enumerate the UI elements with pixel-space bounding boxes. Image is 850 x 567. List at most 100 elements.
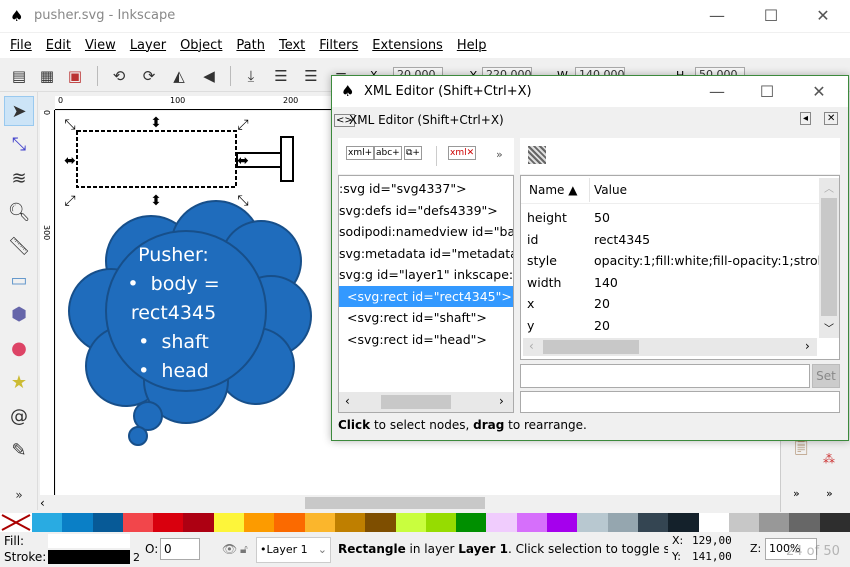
deselect-icon[interactable]: ▣ [64, 65, 86, 87]
zoom-tool-icon[interactable]: 🔍︎ [4, 198, 34, 228]
layer-lock-icon[interactable]: 🔓︎ [240, 542, 248, 557]
tree-horizontal-scrollbar[interactable]: ‹ › [339, 392, 513, 412]
rotate-cw-icon[interactable]: ⟳ [138, 65, 160, 87]
color-swatch[interactable] [698, 513, 729, 532]
attribute-row[interactable]: style opacity:1;fill:white;fill-opacity:1… [527, 250, 819, 272]
selector-tool-icon[interactable]: ➤ [4, 96, 34, 126]
attr-horizontal-scrollbar[interactable]: ‹ › [523, 338, 817, 356]
attribute-row[interactable]: id rect4345 [527, 229, 819, 251]
color-swatch[interactable] [607, 513, 638, 532]
measure-tool-icon[interactable]: 📏︎ [4, 232, 34, 262]
color-swatch[interactable] [759, 513, 790, 532]
menu-path[interactable]: Path [236, 38, 265, 53]
scroll-thumb[interactable] [305, 497, 485, 509]
select-all-icon[interactable]: ▤ [8, 65, 30, 87]
scroll-right-icon[interactable]: › [499, 394, 504, 408]
color-swatch[interactable] [819, 513, 850, 532]
color-swatch[interactable] [153, 513, 184, 532]
menu-layer[interactable]: Layer [130, 38, 166, 53]
color-swatch[interactable] [516, 513, 548, 532]
color-swatch[interactable] [274, 513, 305, 532]
xml-node[interactable]: svg:defs id="defs4339"> [339, 200, 513, 222]
scroll-up-icon[interactable]: ︿ [824, 180, 834, 195]
lower-to-bottom-icon[interactable]: ⤓ [240, 65, 262, 87]
maximize-button[interactable]: ☐ [748, 4, 794, 28]
tweak-tool-icon[interactable]: ≋ [4, 164, 34, 194]
color-swatch[interactable] [637, 513, 669, 532]
menu-object[interactable]: Object [180, 38, 222, 53]
ellipse-tool-icon[interactable]: ● [4, 334, 34, 364]
menu-edit[interactable]: Edit [46, 38, 71, 53]
more-snap-icon[interactable]: » [826, 487, 833, 500]
flip-horizontal-icon[interactable]: ◭ [168, 65, 190, 87]
xml-node[interactable]: <svg:rect id="head"> [339, 329, 513, 351]
layer-dropdown[interactable]: •Layer 1 ⌄ [256, 537, 331, 563]
scroll-left-icon[interactable]: ‹ [40, 496, 45, 510]
new-element-node-icon[interactable]: xml+ [346, 146, 375, 160]
fill-swatch[interactable] [48, 534, 130, 548]
rectangle-tool-icon[interactable]: ▭ [4, 266, 34, 296]
color-swatch[interactable] [183, 513, 214, 532]
color-swatch[interactable] [728, 513, 760, 532]
color-swatch[interactable] [334, 513, 366, 532]
attribute-row[interactable]: x 20 [527, 293, 819, 315]
xml-node[interactable]: svg:metadata id="metadata4 [339, 243, 513, 265]
scroll-left-icon[interactable]: ‹ [345, 394, 350, 408]
scroll-thumb[interactable] [543, 340, 639, 354]
color-swatch[interactable] [395, 513, 426, 532]
menu-help[interactable]: Help [457, 38, 487, 53]
head-rect[interactable] [280, 136, 294, 182]
node-tool-icon[interactable]: ⤡ [4, 130, 34, 160]
xml-node[interactable]: <svg:rect id="shaft"> [339, 307, 513, 329]
more-tools-icon[interactable]: » [4, 480, 34, 510]
3d-box-tool-icon[interactable]: ⬢ [4, 300, 34, 330]
color-swatch[interactable] [304, 513, 335, 532]
menu-extensions[interactable]: Extensions [372, 38, 443, 53]
layer-visibility-icon[interactable]: 👁︎ [222, 542, 237, 556]
body-rect[interactable] [76, 130, 237, 188]
scroll-down-icon[interactable]: ﹀ [824, 320, 834, 335]
pencil-tool-icon[interactable]: ✎ [4, 436, 34, 466]
snap-icon[interactable]: ⁂ [823, 452, 835, 466]
raise-icon[interactable]: ☰ [300, 65, 322, 87]
dialog-title-bar[interactable]: ♠ XML Editor (Shift+Ctrl+X) — ☐ ✕ [332, 76, 848, 107]
menu-text[interactable]: Text [279, 38, 305, 53]
no-paint-swatch[interactable] [0, 513, 32, 532]
attribute-row[interactable]: y 20 [527, 315, 819, 337]
panel-close-button[interactable]: ✕ [824, 112, 839, 125]
attr-vertical-scrollbar[interactable]: ︿ ﹀ [819, 178, 839, 338]
menu-file[interactable]: File [10, 38, 32, 53]
duplicate-node-icon[interactable]: ⧉+ [404, 146, 422, 160]
color-swatch[interactable] [789, 513, 820, 532]
menu-view[interactable]: View [85, 38, 116, 53]
value-column-header[interactable]: Value [594, 183, 627, 197]
lower-icon[interactable]: ☰ [270, 65, 292, 87]
attribute-value-input[interactable] [520, 391, 840, 413]
color-swatch[interactable] [547, 513, 578, 532]
delete-attribute-icon[interactable] [528, 146, 546, 164]
delete-node-icon[interactable]: xml✕ [448, 146, 477, 160]
horizontal-scrollbar[interactable]: ‹ [40, 495, 780, 512]
panel-iconify-button[interactable]: ◂ [800, 112, 812, 125]
xml-node[interactable]: <svg:rect id="rect4345"> [339, 285, 513, 307]
color-swatch[interactable] [456, 513, 487, 532]
name-column-header[interactable]: Name ▲ [529, 183, 577, 197]
dialog-maximize-button[interactable]: ☐ [744, 80, 790, 104]
more-commands-icon[interactable]: » [793, 487, 800, 500]
new-text-node-icon[interactable]: abc+ [374, 146, 402, 160]
set-button[interactable]: Set [812, 364, 840, 388]
close-button[interactable]: ✕ [800, 4, 846, 28]
color-swatch[interactable] [92, 513, 123, 532]
color-swatch[interactable] [213, 513, 245, 532]
scroll-left-icon[interactable]: ‹ [529, 339, 534, 353]
dialog-minimize-button[interactable]: — [694, 80, 740, 104]
minimize-button[interactable]: — [694, 4, 740, 28]
flip-vertical-icon[interactable]: ◀ [198, 65, 220, 87]
color-swatch[interactable] [244, 513, 275, 532]
star-tool-icon[interactable]: ★ [4, 368, 34, 398]
xml-node[interactable]: :svg id="svg4337"> [339, 178, 513, 200]
dialog-close-button[interactable]: ✕ [796, 80, 842, 104]
scroll-thumb[interactable] [821, 198, 837, 316]
stroke-swatch[interactable] [48, 550, 130, 564]
color-swatch[interactable] [365, 513, 396, 532]
